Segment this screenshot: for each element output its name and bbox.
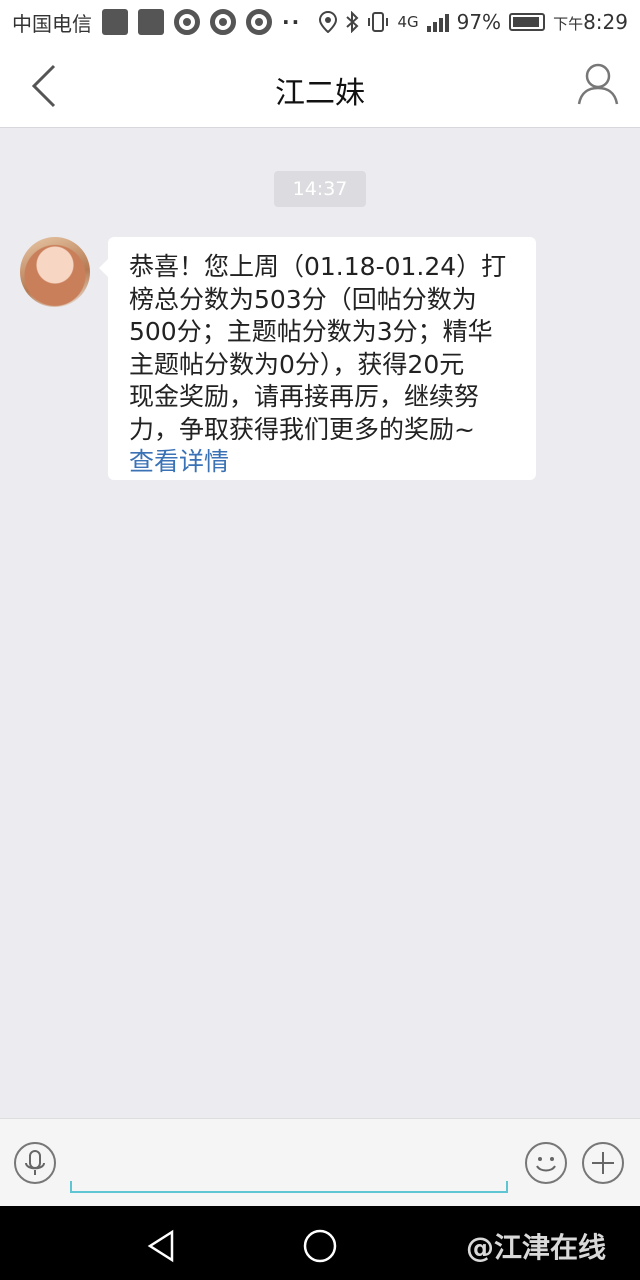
emoji-button[interactable]	[525, 1142, 567, 1184]
message-input-bar	[0, 1118, 640, 1206]
status-right: 4G 97% 下午8:29	[319, 10, 628, 34]
view-details-link[interactable]: 查看详情	[129, 446, 518, 479]
bluetooth-icon	[346, 11, 359, 33]
message-timestamp: 14:37	[274, 171, 366, 207]
nav-home-button[interactable]	[300, 1226, 340, 1266]
aperture-icon	[210, 9, 236, 35]
message-bubble: 恭喜！您上周（01.18-01.24）打 榜总分数为503分（回帖分数为 500…	[99, 237, 536, 480]
message-line: 现金奖励，请再接再厉，继续努	[129, 382, 480, 411]
more-options-button[interactable]	[582, 1142, 624, 1184]
aperture-icon	[246, 9, 272, 35]
smiley-icon	[536, 1157, 556, 1172]
aperture-icon	[174, 9, 200, 35]
network-type: 4G	[397, 13, 419, 31]
watermark: @江津在线	[466, 1231, 607, 1264]
battery-icon	[509, 13, 546, 31]
clock-period: 下午	[553, 15, 584, 33]
status-left: 中国电信 ··	[12, 8, 301, 37]
clock-time: 8:29	[583, 10, 628, 34]
message-line: 榜总分数为503分（回帖分数为	[129, 284, 477, 314]
chat-header: 江二妹	[0, 44, 640, 128]
message-line: 500分；主题帖分数为3分；精华	[129, 317, 493, 346]
system-nav-bar: @江津在线	[0, 1206, 640, 1280]
message-line: 力，争取获得我们更多的奖励~	[129, 414, 475, 444]
triangle-back-icon	[147, 1229, 174, 1263]
clock: 下午8:29	[553, 10, 628, 34]
location-icon	[319, 11, 338, 33]
input-underline-edge	[506, 1181, 508, 1193]
nav-back-button[interactable]	[142, 1226, 182, 1266]
vibrate-icon	[368, 12, 389, 32]
input-underline-edge	[70, 1181, 72, 1193]
avatar[interactable]	[20, 237, 90, 307]
message-line: 主题帖分数为0分），获得20元	[129, 349, 465, 379]
status-bar: 中国电信 ·· 4G 97% 下午8:29	[0, 0, 640, 44]
user-icon	[577, 63, 619, 105]
microphone-icon	[25, 1150, 45, 1175]
circle-home-icon	[303, 1229, 337, 1263]
profile-button[interactable]	[576, 62, 620, 106]
battery-percent: 97%	[456, 10, 502, 34]
message-line: 恭喜！您上周（01.18-01.24）打	[129, 252, 507, 281]
message-input[interactable]	[70, 1141, 508, 1193]
more-notifications-icon: ··	[282, 10, 302, 34]
carrier-name: 中国电信	[12, 11, 92, 36]
voice-input-button[interactable]	[14, 1142, 56, 1184]
app-notification-icon	[102, 9, 128, 35]
signal-icon	[426, 12, 449, 32]
app-notification-icon	[138, 9, 164, 35]
page-title: 江二妹	[275, 76, 365, 111]
plus-icon	[592, 1152, 614, 1174]
